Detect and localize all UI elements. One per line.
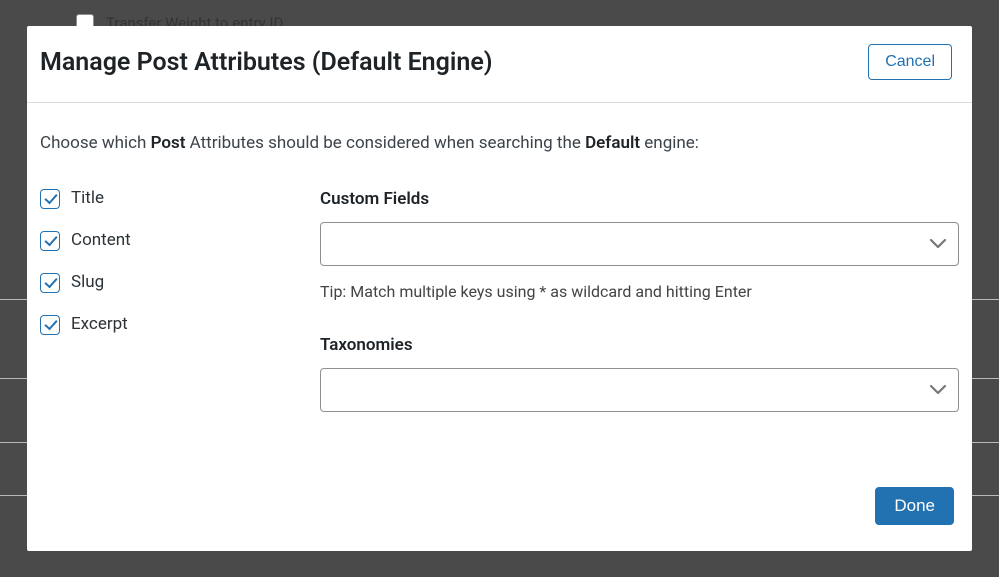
checkbox-title[interactable] bbox=[40, 189, 60, 209]
done-button[interactable]: Done bbox=[875, 487, 954, 525]
desc-text: Choose which bbox=[40, 133, 151, 153]
custom-fields-select[interactable] bbox=[320, 222, 959, 266]
cancel-button[interactable]: Cancel bbox=[868, 44, 952, 80]
chevron-down-icon bbox=[929, 238, 947, 250]
taxonomies-select[interactable] bbox=[320, 368, 959, 412]
checkbox-row-slug: Slug bbox=[40, 273, 300, 293]
modal-description: Choose which Post Attributes should be c… bbox=[40, 133, 959, 153]
modal-header: Manage Post Attributes (Default Engine) … bbox=[27, 26, 972, 103]
checkbox-label[interactable]: Content bbox=[71, 230, 131, 250]
checkbox-label[interactable]: Slug bbox=[71, 272, 104, 292]
checkbox-row-excerpt: Excerpt bbox=[40, 315, 300, 335]
desc-default: Default bbox=[585, 133, 640, 153]
checkbox-column: Title Content Slug Excerpt bbox=[40, 189, 300, 428]
columns: Title Content Slug Excerpt Custom Fields bbox=[40, 189, 959, 428]
desc-text: Attributes should be considered when sea… bbox=[185, 133, 585, 153]
modal-title: Manage Post Attributes (Default Engine) bbox=[40, 48, 493, 77]
fields-column: Custom Fields Tip: Match multiple keys u… bbox=[320, 189, 959, 428]
modal-body: Choose which Post Attributes should be c… bbox=[27, 103, 972, 487]
custom-fields-tip: Tip: Match multiple keys using * as wild… bbox=[320, 282, 959, 301]
custom-fields-label: Custom Fields bbox=[320, 189, 959, 209]
desc-post: Post bbox=[151, 133, 186, 153]
taxonomies-label: Taxonomies bbox=[320, 335, 959, 355]
checkbox-excerpt[interactable] bbox=[40, 315, 60, 335]
chevron-down-icon bbox=[929, 384, 947, 396]
checkbox-row-content: Content bbox=[40, 231, 300, 251]
modal-footer: Done bbox=[27, 487, 972, 551]
desc-text: engine: bbox=[640, 133, 699, 153]
modal-dialog: Manage Post Attributes (Default Engine) … bbox=[27, 26, 972, 551]
checkbox-row-title: Title bbox=[40, 189, 300, 209]
checkbox-slug[interactable] bbox=[40, 273, 60, 293]
checkbox-content[interactable] bbox=[40, 231, 60, 251]
checkbox-label[interactable]: Excerpt bbox=[71, 314, 128, 334]
checkbox-label[interactable]: Title bbox=[71, 188, 104, 208]
